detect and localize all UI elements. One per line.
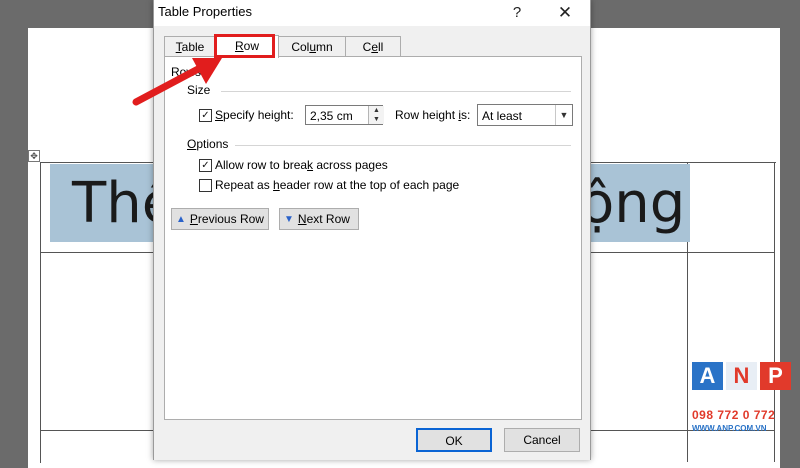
logo-website: WWW.ANP.COM.VN: [692, 424, 767, 433]
repeat-header-checkbox[interactable]: [199, 179, 212, 192]
next-row-label: Next Row: [297, 212, 350, 226]
options-divider: [235, 145, 571, 146]
dialog-titlebar[interactable]: Table Properties ? ✕: [154, 0, 590, 26]
allow-break-label: Allow row to break across pages: [215, 158, 388, 172]
allow-break-checkbox[interactable]: ✓: [199, 159, 212, 172]
logo-letter: P: [760, 362, 791, 390]
spin-down-icon[interactable]: ▼: [369, 115, 384, 124]
next-row-button[interactable]: ▼ Next Row: [279, 208, 359, 230]
size-divider: [221, 91, 571, 92]
tab-label: u: [309, 40, 317, 54]
specify-height-checkbox[interactable]: ✓: [199, 109, 212, 122]
specify-height-label: Specify height:: [215, 108, 294, 122]
previous-row-label: Previous Row: [189, 212, 264, 226]
anp-logo: A N P 098 772 0 772 WWW.ANP.COM.VN: [692, 362, 792, 433]
cancel-button[interactable]: Cancel: [504, 428, 580, 452]
move-icon[interactable]: ✥: [28, 150, 40, 162]
row-height-is-label: Row height is:: [395, 108, 471, 122]
tab-label: C: [362, 40, 372, 54]
ok-button[interactable]: OK: [416, 428, 492, 452]
dialog-title: Table Properties: [158, 4, 252, 19]
logo-letter: N: [726, 362, 757, 390]
previous-row-button[interactable]: ▲ Previous Row: [171, 208, 269, 230]
tab-label: mn: [316, 40, 333, 54]
height-value: 2,35 cm: [310, 109, 353, 123]
annotation-arrow-icon: [132, 58, 222, 106]
repeat-header-label: Repeat as header row at the top of each …: [215, 178, 460, 192]
row-height-select[interactable]: At least ▼: [477, 104, 573, 126]
tab-label: e: [371, 40, 378, 54]
arrow-down-icon: ▼: [284, 213, 294, 225]
help-button[interactable]: ?: [500, 0, 534, 26]
logo-phone: 098 772 0 772: [692, 408, 776, 422]
chevron-down-icon: ▼: [555, 105, 572, 125]
document-heading-right: ộng: [580, 171, 686, 236]
close-button[interactable]: ✕: [548, 0, 582, 26]
tab-column[interactable]: Column: [278, 36, 346, 57]
row-tab-panel: Rows: Size ✓ Specify height: 2,35 cm ▲ ▼…: [164, 56, 582, 420]
height-input[interactable]: 2,35 cm ▲ ▼: [305, 105, 384, 125]
logo-letter: A: [692, 362, 723, 390]
tab-label: ll: [378, 40, 384, 54]
tab-label: Col: [291, 40, 310, 54]
height-spinner: ▲ ▼: [368, 106, 384, 124]
options-section-label: Options: [187, 137, 229, 151]
arrow-up-icon: ▲: [176, 213, 186, 225]
row-height-value: At least: [482, 109, 523, 123]
tab-cell[interactable]: Cell: [345, 36, 401, 57]
